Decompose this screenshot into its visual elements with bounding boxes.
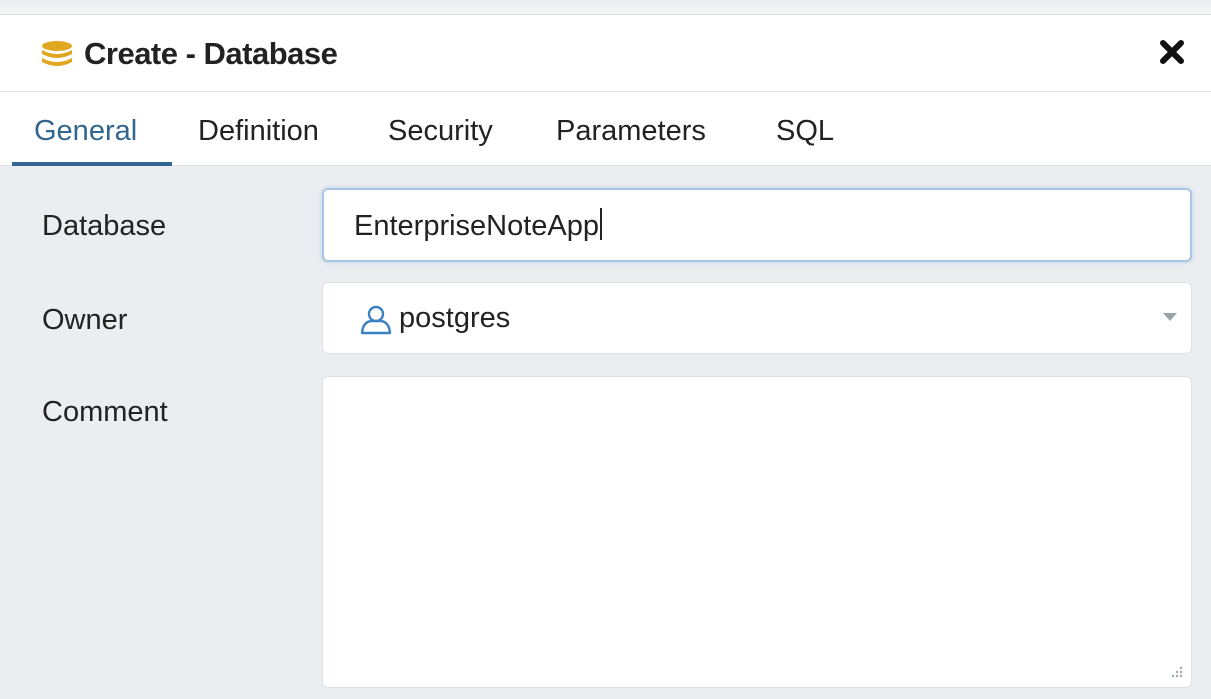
close-icon bbox=[1159, 39, 1185, 68]
close-button[interactable] bbox=[1157, 36, 1187, 70]
database-icon bbox=[40, 40, 74, 70]
comment-label: Comment bbox=[42, 396, 168, 428]
dialog-titlebar: Create - Database bbox=[0, 14, 1211, 92]
owner-value: postgres bbox=[399, 302, 511, 334]
tab-parameters[interactable]: Parameters bbox=[534, 92, 734, 166]
dialog-title: Create - Database bbox=[84, 36, 338, 71]
tab-sql[interactable]: SQL bbox=[754, 92, 850, 166]
text-caret bbox=[600, 208, 603, 240]
database-name-input[interactable]: EnterpriseNoteApp bbox=[322, 188, 1192, 262]
resize-grip-icon[interactable] bbox=[1169, 665, 1183, 679]
tab-bar: General Definition Security Parameters S… bbox=[0, 92, 1211, 166]
form-panel: Database EnterpriseNoteApp Owner postgre… bbox=[0, 166, 1211, 699]
owner-label: Owner bbox=[42, 304, 128, 336]
database-label: Database bbox=[42, 210, 167, 242]
top-strip bbox=[0, 0, 1211, 15]
tab-security[interactable]: Security bbox=[366, 92, 516, 166]
tab-general[interactable]: General bbox=[12, 92, 172, 166]
tab-definition[interactable]: Definition bbox=[176, 92, 344, 166]
comment-textarea[interactable] bbox=[322, 376, 1192, 688]
owner-select[interactable]: postgres bbox=[322, 282, 1192, 354]
chevron-down-icon[interactable] bbox=[1163, 313, 1177, 321]
database-name-value: EnterpriseNoteApp bbox=[354, 210, 600, 242]
user-icon bbox=[359, 305, 393, 335]
create-database-dialog: Create - Database General Definition Sec… bbox=[0, 0, 1211, 699]
